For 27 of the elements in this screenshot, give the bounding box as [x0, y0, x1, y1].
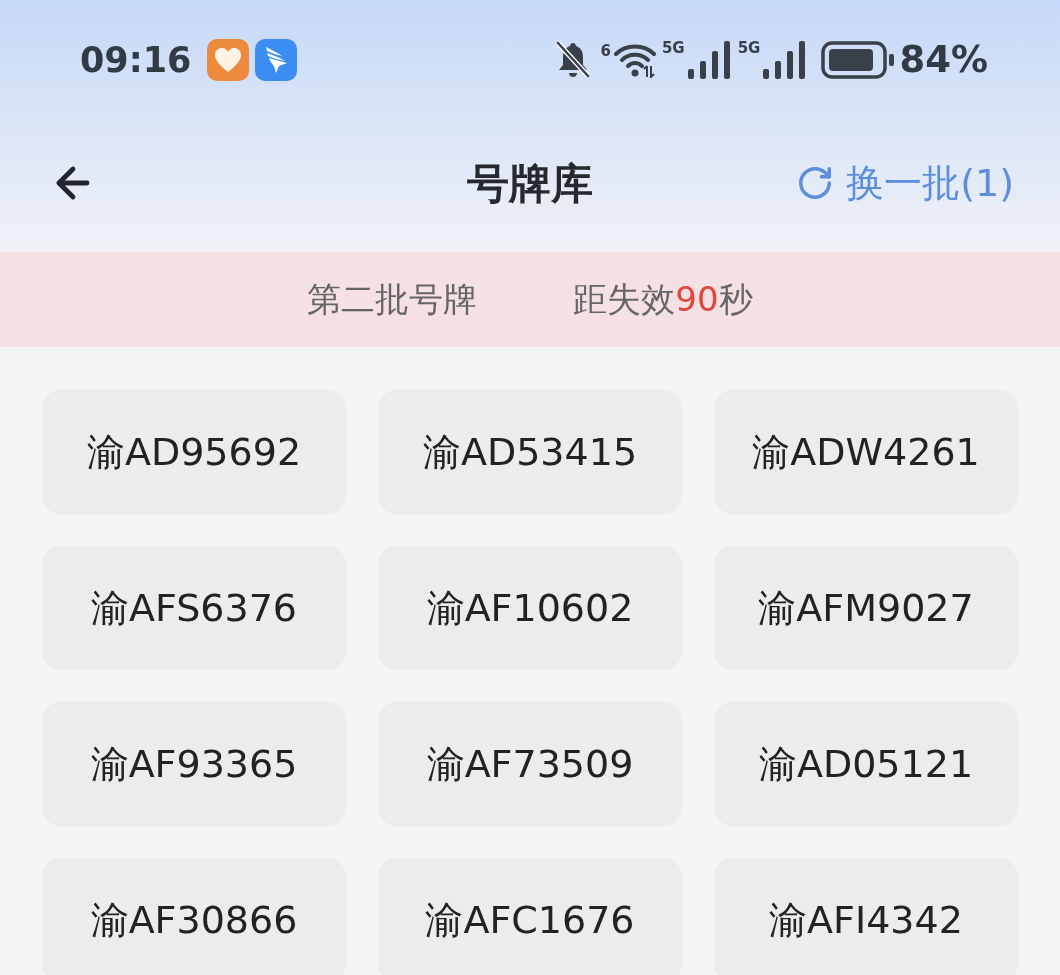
heart-app-icon [207, 39, 250, 81]
plate-button[interactable]: 渝AF73509 [378, 702, 682, 826]
page-title: 号牌库 [467, 157, 593, 210]
batch-label: 第二批号牌 [307, 278, 478, 321]
network-type-label: 5G [737, 41, 761, 56]
plate-button[interactable]: 渝ADW4261 [714, 390, 1018, 514]
wing-app-icon [255, 39, 298, 81]
network-type-label: 5G [661, 41, 685, 56]
wifi-standard-label: 6 [600, 44, 611, 59]
status-time: 09:16 [80, 38, 192, 82]
plate-button[interactable]: 渝AFC1676 [378, 858, 682, 975]
plate-button[interactable]: 渝AFS6376 [42, 546, 346, 670]
signal-bars-icon [687, 41, 732, 79]
plate-button[interactable]: 渝AFM9027 [714, 546, 1018, 670]
plate-button[interactable]: 渝AFI4342 [714, 858, 1018, 975]
plate-button[interactable]: 渝AF10602 [378, 546, 682, 670]
plate-button[interactable]: 渝AF30866 [42, 858, 346, 975]
plate-button[interactable]: 渝AF93365 [42, 702, 346, 826]
countdown-text: 距失效90秒 [573, 278, 753, 321]
plate-button[interactable]: 渝AD95692 [42, 390, 346, 514]
wifi-icon [613, 42, 656, 78]
muted-bell-icon [554, 40, 591, 80]
plate-button[interactable]: 渝AD53415 [378, 390, 682, 514]
signal-bars-icon [763, 41, 808, 79]
battery-percent: 84% [899, 37, 988, 84]
plate-button[interactable]: 渝AD05121 [714, 702, 1018, 826]
battery-icon [821, 41, 896, 79]
